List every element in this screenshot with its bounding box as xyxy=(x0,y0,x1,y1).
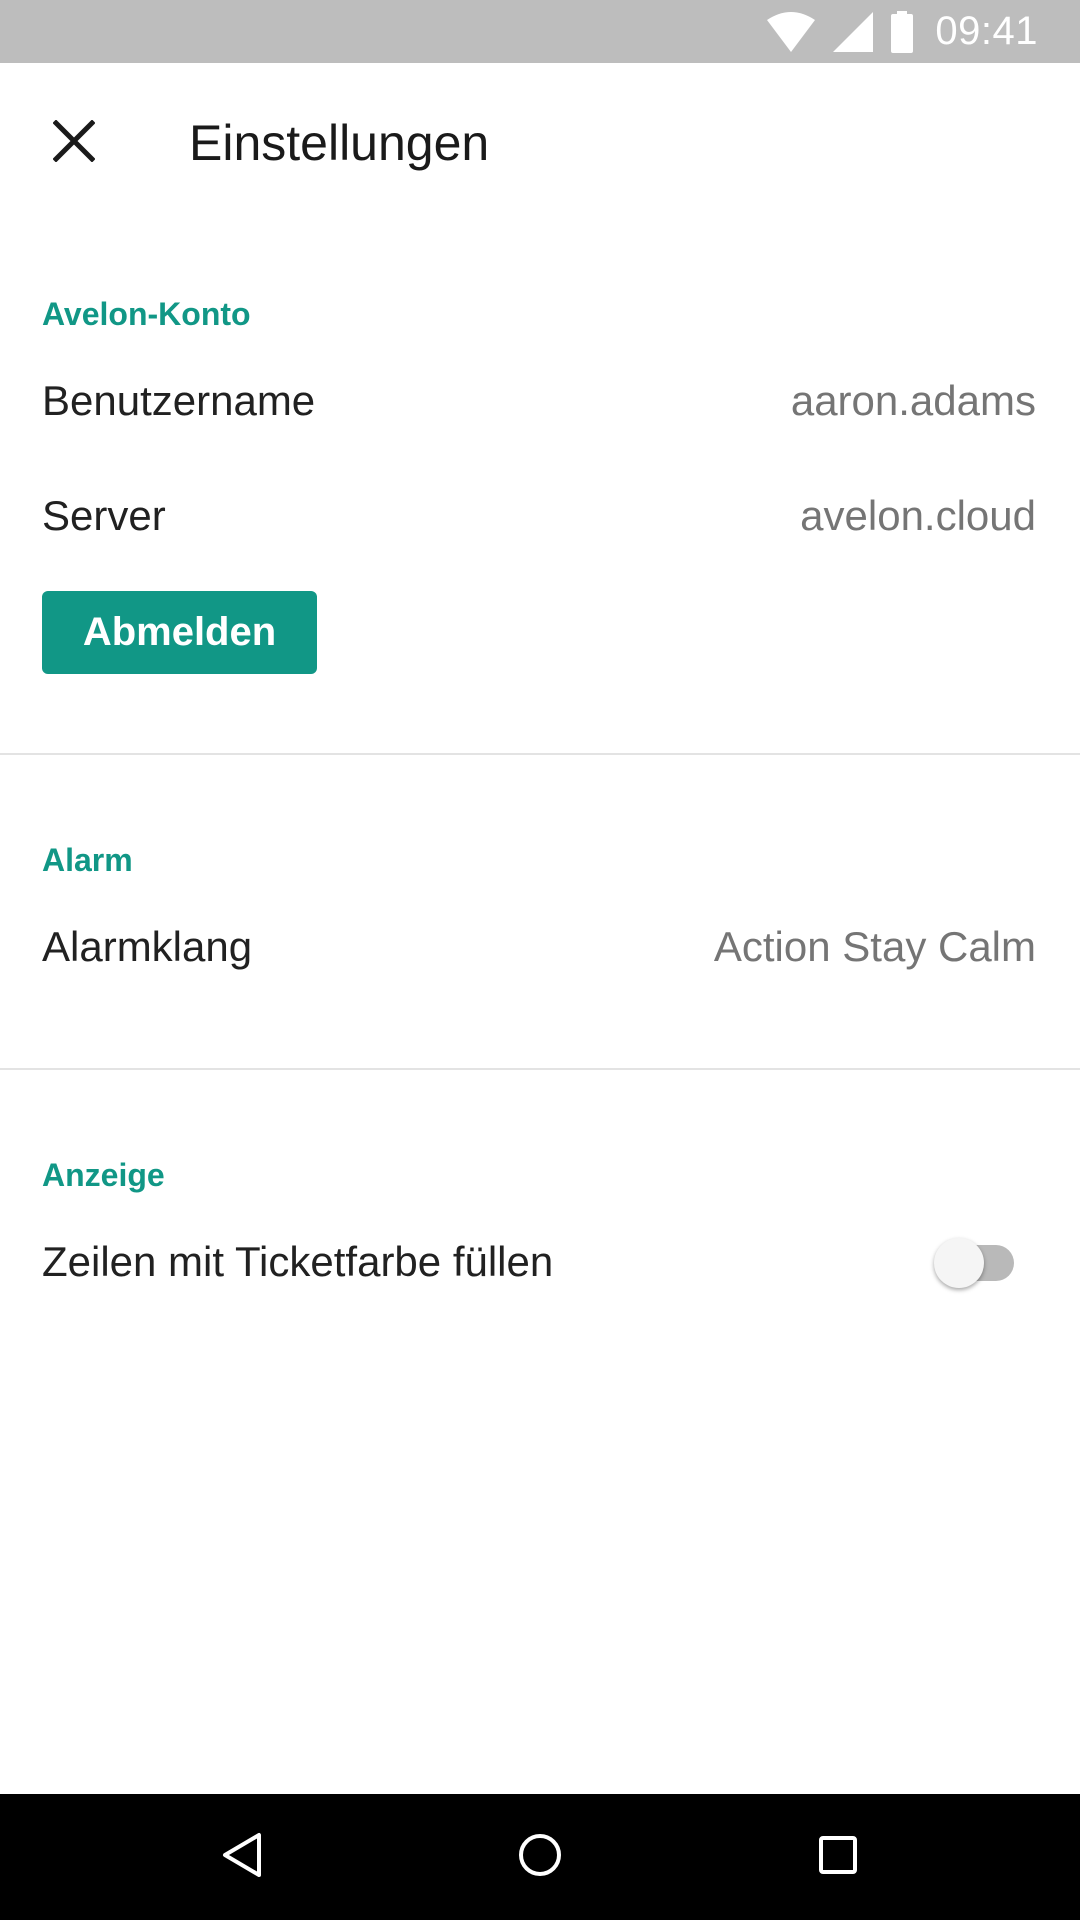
signal-icon xyxy=(833,11,874,52)
fill-rows-toggle[interactable] xyxy=(934,1238,1014,1288)
section-header-alarm: Alarm xyxy=(42,842,133,878)
server-value: avelon.cloud xyxy=(800,492,1036,539)
home-button[interactable] xyxy=(500,1817,580,1897)
logout-button[interactable]: Abmelden xyxy=(42,591,317,674)
home-icon xyxy=(518,1833,562,1882)
server-label: Server xyxy=(42,492,166,539)
status-bar: 09:41 xyxy=(0,0,1080,63)
alarm-sound-value: Action Stay Calm xyxy=(713,923,1036,970)
username-row[interactable]: Benutzername aaron.adams xyxy=(0,356,1080,446)
section-header-display: Anzeige xyxy=(42,1157,165,1193)
server-row[interactable]: Server avelon.cloud xyxy=(0,471,1080,561)
close-icon xyxy=(52,118,96,167)
toggle-thumb xyxy=(934,1238,984,1288)
username-value: aaron.adams xyxy=(790,377,1036,424)
app-bar: Einstellungen xyxy=(0,63,1080,210)
divider xyxy=(0,1068,1080,1070)
status-icons: 09:41 xyxy=(767,0,1038,63)
section-header-account: Avelon-Konto xyxy=(42,296,251,332)
close-button[interactable] xyxy=(34,103,114,183)
alarm-sound-label: Alarmklang xyxy=(42,923,253,970)
back-button[interactable] xyxy=(202,1817,282,1897)
wifi-icon xyxy=(767,11,816,52)
battery-icon xyxy=(891,10,914,53)
fill-rows-label: Zeilen mit Ticketfarbe füllen xyxy=(42,1238,554,1285)
navigation-bar xyxy=(0,1794,1080,1920)
divider xyxy=(0,753,1080,755)
alarm-sound-row[interactable]: Alarmklang Action Stay Calm xyxy=(0,902,1080,992)
recents-button[interactable] xyxy=(798,1817,878,1897)
settings-screen: 09:41 Einstellungen Avelon-Konto Benutze… xyxy=(0,0,1080,1920)
username-label: Benutzername xyxy=(42,377,316,424)
fill-rows-row[interactable]: Zeilen mit Ticketfarbe füllen xyxy=(0,1217,1080,1307)
recents-icon xyxy=(818,1835,858,1880)
status-time: 09:41 xyxy=(935,9,1038,53)
page-title: Einstellungen xyxy=(189,115,490,171)
back-icon xyxy=(221,1832,263,1883)
